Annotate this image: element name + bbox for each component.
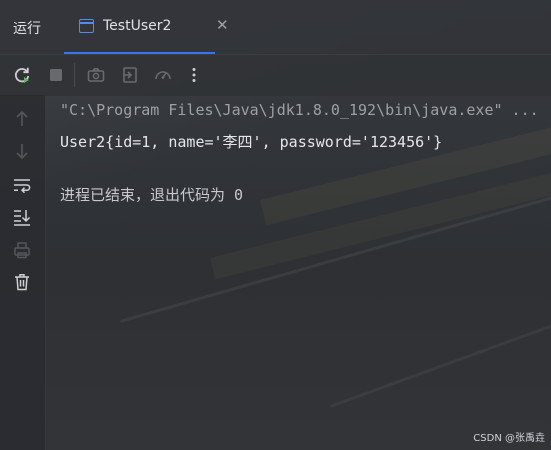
console-output[interactable]: "C:\Program Files\Java\jdk1.8.0_192\bin\… (45, 95, 551, 450)
tab-label: TestUser2 (103, 18, 172, 34)
scroll-to-end-icon[interactable] (12, 207, 32, 227)
exit-icon[interactable] (120, 65, 140, 85)
process-exit-message: 进程已结束，退出代码为 0 (60, 186, 244, 204)
rerun-icon[interactable] (12, 65, 32, 85)
tab-testuser2[interactable]: TestUser2 ✕ (64, 0, 229, 54)
up-arrow-icon[interactable] (12, 109, 32, 129)
soft-wrap-icon[interactable] (12, 175, 32, 195)
down-arrow-icon[interactable] (12, 141, 32, 161)
more-icon[interactable] (184, 65, 204, 85)
close-icon[interactable]: ✕ (216, 16, 229, 34)
command-line: "C:\Program Files\Java\jdk1.8.0_192\bin\… (60, 101, 539, 119)
toolbar-separator (74, 63, 75, 87)
camera-icon[interactable] (86, 65, 106, 85)
run-window-title: 运行 (13, 21, 41, 37)
print-icon[interactable] (12, 240, 32, 260)
stop-icon[interactable] (46, 65, 66, 85)
application-window-icon (79, 19, 94, 33)
run-tool-window-header: 运行 TestUser2 ✕ (0, 0, 551, 54)
program-output: User2{id=1, name='李四', password='123456'… (60, 133, 443, 151)
gauge-icon[interactable] (153, 65, 173, 85)
trash-icon[interactable] (12, 272, 32, 292)
watermark: CSDN @张禹垚 (473, 433, 545, 444)
console-side-toolbar (0, 95, 46, 450)
run-toolbar (0, 54, 551, 96)
